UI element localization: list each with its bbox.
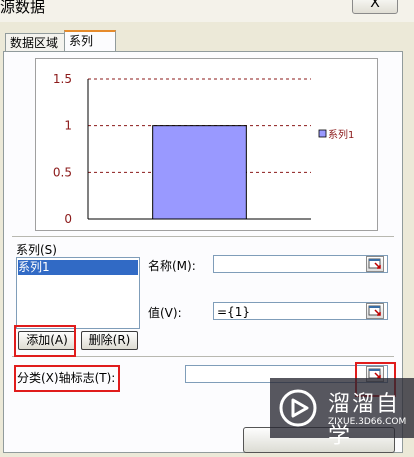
divider — [12, 236, 394, 237]
chart-preview: 0 0.5 1 1.5 1 系列1 — [35, 58, 378, 242]
name-ref-button[interactable] — [366, 256, 384, 272]
legend-swatch — [318, 129, 327, 138]
ref-icon — [367, 305, 383, 321]
series-label: 系列(S) — [16, 243, 57, 257]
watermark: 溜溜自学 ZIXUE.3D66.COM — [270, 378, 414, 449]
close-icon: X — [370, 0, 380, 11]
value-label: 值(V): — [148, 306, 182, 320]
tab-series[interactable]: 系列 — [64, 30, 116, 53]
value-ref-button[interactable] — [366, 303, 384, 319]
y-tick-label: 1.5 — [53, 72, 72, 86]
close-button[interactable]: X — [352, 0, 398, 14]
y-tick-label: 1 — [64, 119, 72, 133]
tab-label: 数据区域 — [10, 36, 59, 50]
title-bar: 源数据 X — [0, 0, 414, 22]
chart-svg: 0 0.5 1 1.5 1 系列1 — [53, 72, 354, 242]
watermark-subtitle: ZIXUE.3D66.COM — [328, 417, 407, 427]
series-list[interactable]: 系列1 — [16, 257, 140, 329]
name-label: 名称(M): — [148, 259, 196, 273]
play-logo-icon — [279, 389, 317, 427]
highlight-category-label — [14, 365, 120, 392]
highlight-add-button — [14, 325, 76, 357]
name-field[interactable] — [213, 255, 388, 273]
tab-label: 系列 — [69, 34, 94, 48]
tab-data-range[interactable]: 数据区域 — [5, 33, 69, 52]
bar — [152, 125, 247, 220]
value-field[interactable]: ={1} — [213, 302, 388, 320]
list-item[interactable]: 系列1 — [18, 260, 138, 275]
tab-row: 数据区域 系列 — [0, 30, 414, 53]
x-tick-label: 1 — [196, 228, 204, 230]
remove-button[interactable]: 删除(R) — [81, 331, 138, 350]
legend-label: 系列1 — [328, 128, 354, 141]
y-tick-label: 0 — [64, 212, 72, 226]
window-title: 源数据 — [0, 0, 46, 16]
y-tick-label: 0.5 — [53, 165, 72, 179]
ref-icon — [367, 258, 383, 274]
